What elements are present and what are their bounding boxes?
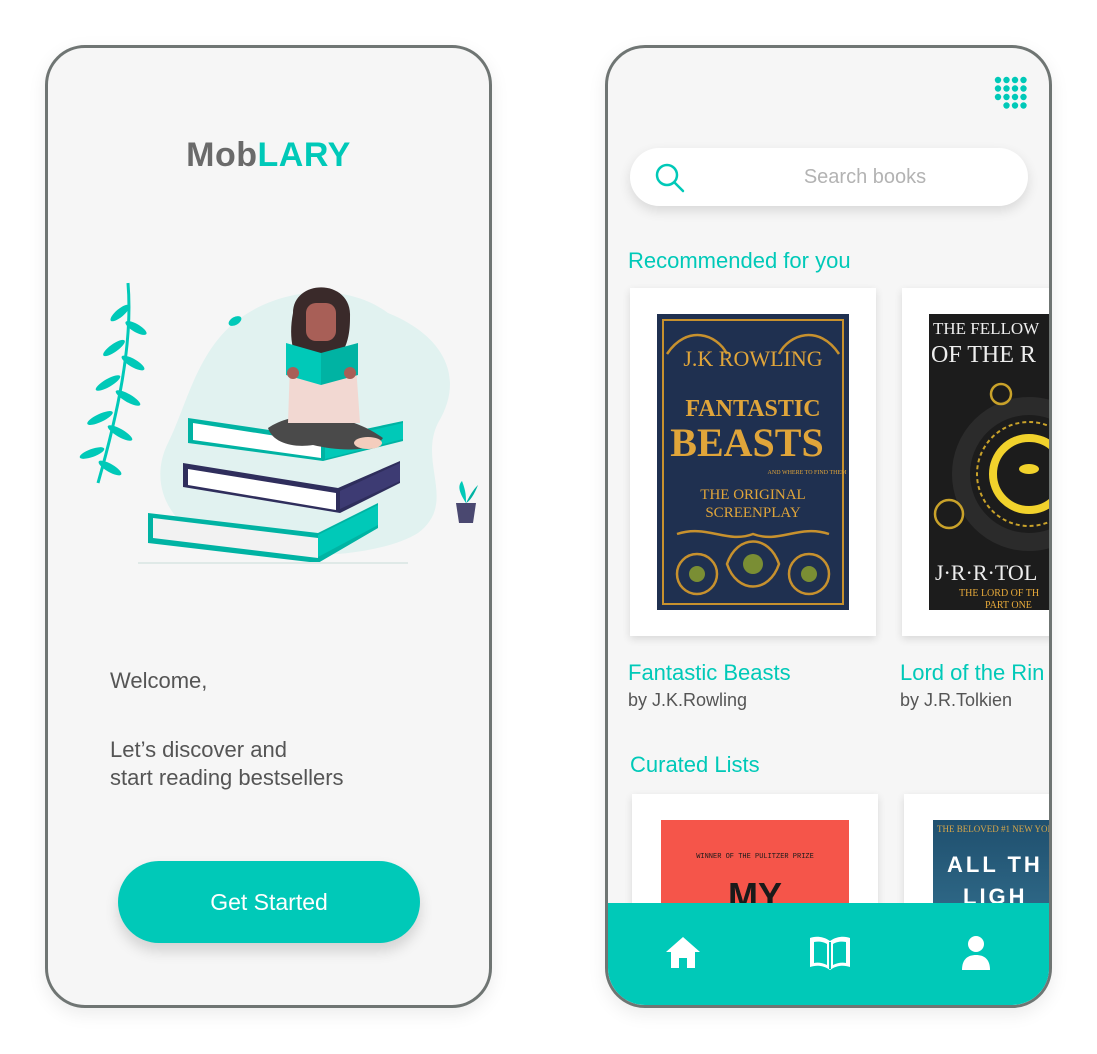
book-card-fantastic-beasts[interactable]: J.K ROWLING FANTASTIC BEASTS AND WHERE T…: [630, 288, 876, 636]
cover-author: J.K ROWLING: [683, 346, 822, 371]
bottom-navigation: [608, 903, 1049, 1005]
tagline-line-2: start reading bestsellers: [110, 765, 344, 790]
cover-title-line-2: BEASTS: [670, 420, 823, 465]
book-title-lord-of-the-rings[interactable]: Lord of the Rin: [900, 660, 1044, 686]
cover-author: J·R·R·TOL: [935, 560, 1037, 585]
cover-sub-1: THE ORIGINAL: [700, 487, 805, 503]
cover-title-2: OF THE R: [931, 342, 1036, 368]
cover-tagline: THE BELOVED #1 NEW YORK T: [937, 824, 1052, 834]
tagline: Let’s discover and start reading bestsel…: [110, 736, 430, 792]
home-screen: Recommended for you J.K ROWLING FANTASTI…: [605, 45, 1052, 1008]
search-input[interactable]: [740, 160, 990, 194]
recommended-section-title: Recommended for you: [628, 248, 851, 273]
book-author-tolkien: by J.R.Tolkien: [900, 690, 1013, 710]
get-started-button[interactable]: Get Started: [118, 861, 420, 943]
home-icon[interactable]: [663, 933, 703, 973]
tagline-line-1: Let’s discover and: [110, 737, 287, 762]
search-icon: [655, 163, 685, 193]
cover-award: WINNER OF THE PULITZER PRIZE: [696, 853, 814, 861]
book-title-fantastic-beasts[interactable]: Fantastic Beasts: [628, 660, 791, 686]
book-cover-fantastic-beasts: J.K ROWLING FANTASTIC BEASTS AND WHERE T…: [657, 314, 849, 610]
book-author-rowling: by J.K.Rowling: [628, 690, 748, 710]
cover-part: PART ONE: [985, 600, 1032, 610]
user-icon[interactable]: [956, 933, 996, 973]
cover-title-1: THE FELLOW: [933, 319, 1040, 338]
welcome-text: Welcome,: [110, 668, 208, 693]
book-cover-lord-of-the-rings: THE FELLOW OF THE R J·R·R·TOL THE LORD O…: [929, 314, 1049, 610]
reading-woman-illustration: [79, 282, 478, 564]
app-logo: MobLARY: [48, 136, 489, 175]
search-bar[interactable]: [630, 148, 1028, 206]
cover-subtitle: AND WHERE TO FIND THEM: [768, 470, 848, 476]
grid-menu-icon[interactable]: [994, 76, 1028, 110]
welcome-screen: MobLARY Welcome, Let’s discover and star…: [45, 45, 492, 1008]
book-icon[interactable]: [808, 933, 852, 973]
cover-subtitle: THE LORD OF TH: [959, 588, 1039, 599]
cover-title-line-1: FANTASTIC: [685, 396, 820, 422]
logo-part-lary: LARY: [257, 136, 351, 174]
cover-sub-2: SCREENPLAY: [705, 505, 800, 521]
curated-section-title: Curated Lists: [630, 752, 760, 777]
logo-part-mob: Mob: [186, 136, 258, 174]
book-card-lord-of-the-rings[interactable]: THE FELLOW OF THE R J·R·R·TOL THE LORD O…: [902, 288, 1049, 636]
cover-title-1: ALL TH: [947, 852, 1043, 877]
